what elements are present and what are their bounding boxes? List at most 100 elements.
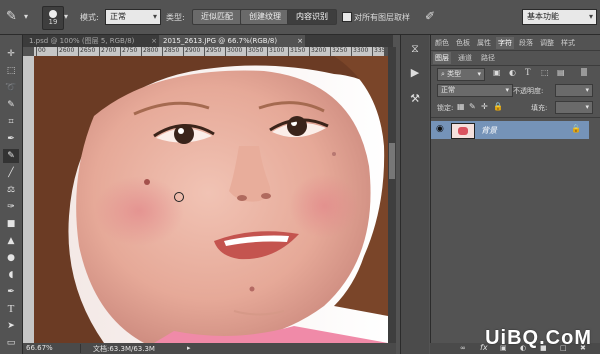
sample-all-layers-checkbox[interactable] [342,12,352,22]
lock-position-icon[interactable]: ✛ [481,102,488,111]
doc-tab-1[interactable]: 1.psd @ 100% (图层 5, RGB/8) × [25,35,159,47]
marquee-tool-icon[interactable]: ⬚ [3,64,19,78]
lock-image-icon[interactable]: ✎ [469,102,476,111]
panel-tab-4[interactable]: 段落 [517,37,535,49]
ruler-tick-label: 3350 [372,47,384,56]
layer-filter-select[interactable]: ⌕ 类型 ▾ [437,68,485,81]
tool-presets-icon[interactable]: ⚒ [407,91,423,107]
brush-tool-icon[interactable]: ╱ [3,166,19,180]
vertical-ruler [23,56,34,343]
link-layers-icon[interactable]: ∞ [460,344,466,352]
lasso-tool-icon[interactable]: ➰ [3,81,19,95]
panel-tab-2[interactable]: 属性 [475,37,493,49]
panel-tab-6[interactable]: 样式 [559,37,577,49]
chevron-down-icon: ▾ [477,70,481,78]
ruler-tick-label: 2650 [78,47,96,56]
chevron-down-icon: ▾ [152,12,157,21]
crop-tool-icon[interactable]: ⌗ [3,115,19,129]
layer-thumb-image [458,127,468,135]
clone-stamp-tool-icon[interactable]: ⚖ [3,183,19,197]
panel-divider [431,65,600,66]
horizontal-ruler: 00 2600 2650 2700 2750 2800 2850 2900 2950 3000 30… [34,47,384,56]
type-tool-icon[interactable]: T [3,302,19,316]
zoom-level[interactable]: 66.67% [26,344,53,352]
brush-picker-arrow-icon[interactable]: ▾ [64,12,68,21]
content-aware-button[interactable]: 内容识别 [287,9,337,25]
ruler-tick-label: 3050 [246,47,264,56]
history-brush-tool-icon[interactable]: ✑ [3,200,19,214]
layer-name[interactable]: 背景 [481,125,497,136]
proximity-match-button[interactable]: 近似匹配 [192,9,242,25]
status-divider [64,344,81,353]
spot-healing-brush-icon[interactable]: ✎ [6,9,17,24]
lock-label: 锁定: [437,104,454,112]
fill-input[interactable]: ▾ [555,101,593,114]
workspace-select[interactable]: 基本功能 ▾ [522,9,597,25]
filter-type-icon[interactable]: T [525,67,531,77]
lock-transparency-icon[interactable]: ▦ [457,102,465,111]
options-bar: ✎ ▾ 19 ▾ 模式: 正常 ▾ 类型: 近似匹配 创建纹理 内容识别 对所有图… [0,0,600,35]
blend-mode-select[interactable]: 正常 ▾ [437,84,513,97]
workspace-select-value: 基本功能 [527,12,559,21]
ruler-tick-label: 3150 [288,47,306,56]
mode-select[interactable]: 正常 ▾ [105,9,161,25]
filter-toggle[interactable] [581,68,587,76]
panel-divider [431,117,600,118]
layers-panel-tab-0[interactable]: 图层 [433,52,451,64]
doc-tab-1-label: 1.psd @ 100% (图层 5, RGB/8) [29,37,135,45]
ruler-tick-label: 2600 [57,47,75,56]
document-canvas[interactable] [34,56,388,343]
spot-healing-tool-icon[interactable]: ✎ [3,149,19,163]
right-panels: 颜色 色板 属性 字符 段落 调整 样式 图层 通道 路径 ⌕ 类型 ▾ ▣ ◐ T ⬚ ▤ 正… [430,35,600,354]
status-menu-arrow-icon[interactable]: ▸ [187,344,191,352]
panel-tab-0[interactable]: 颜色 [433,37,451,49]
ruler-tick-label: 00 [36,47,46,56]
layers-panel-tab-1[interactable]: 通道 [456,52,474,64]
opacity-input[interactable]: ▾ [555,84,593,97]
panel-divider [431,50,600,51]
layer-row-background[interactable]: ◉ 背景 🔒 [431,121,589,139]
filter-pixel-icon[interactable]: ▣ [493,68,501,77]
blur-tool-icon[interactable]: ● [3,251,19,265]
move-tool-icon[interactable]: ✛ [3,47,19,61]
layers-panel-tab-2[interactable]: 路径 [479,52,497,64]
panel-tab-1[interactable]: 色板 [454,37,472,49]
brush-size-picker[interactable]: 19 [42,6,64,30]
actions-play-icon[interactable]: ▶ [407,65,423,81]
pen-tool-icon[interactable]: ✒ [3,285,19,299]
eye-icon[interactable]: ◉ [436,124,444,134]
ruler-tick-label: 2750 [120,47,138,56]
pressure-brush-icon[interactable]: ✐ [425,9,435,23]
path-select-tool-icon[interactable]: ➤ [3,319,19,333]
filter-adjust-icon[interactable]: ◐ [509,68,516,77]
doc-tab-2[interactable]: 2015_2613.JPG @ 66.7%(RGB/8) × [159,35,305,47]
close-icon[interactable]: × [151,35,157,47]
panel-tab-5[interactable]: 调整 [538,37,556,49]
doc-size-info: 文档:63.3M/63.3M [93,345,155,353]
filter-shape-icon[interactable]: ⬚ [541,68,549,77]
vertical-scrollbar[interactable] [388,47,396,343]
type-label: 类型: [166,13,185,22]
blend-mode-value: 正常 [441,86,455,94]
eyedropper-tool-icon[interactable]: ✒ [3,132,19,146]
chevron-down-icon: ▾ [585,103,589,111]
mode-label: 模式: [80,13,99,22]
tool-preset-dropdown-icon[interactable]: ▾ [24,12,28,21]
rectangle-tool-icon[interactable]: ▭ [3,336,19,350]
ruler-tick-label: 2900 [183,47,201,56]
filter-smart-icon[interactable]: ▤ [557,68,565,77]
panel-tab-3[interactable]: 字符 [496,37,514,49]
paint-bucket-tool-icon[interactable]: ▲ [3,234,19,248]
close-icon[interactable]: × [297,35,303,47]
lock-all-icon[interactable]: 🔒 [493,102,503,111]
chevron-down-icon: ▾ [585,86,589,94]
dodge-tool-icon[interactable]: ◖ [3,268,19,282]
history-panel-icon[interactable]: ⧖ [407,41,423,57]
lock-icon: 🔒 [571,124,581,133]
create-texture-button[interactable]: 创建纹理 [240,9,290,25]
ruler-tick-label: 3000 [225,47,243,56]
brush-tip-icon [49,10,57,18]
eraser-tool-icon[interactable]: ■ [3,217,19,231]
quick-select-tool-icon[interactable]: ✎ [3,98,19,112]
scroll-thumb[interactable] [389,143,395,179]
